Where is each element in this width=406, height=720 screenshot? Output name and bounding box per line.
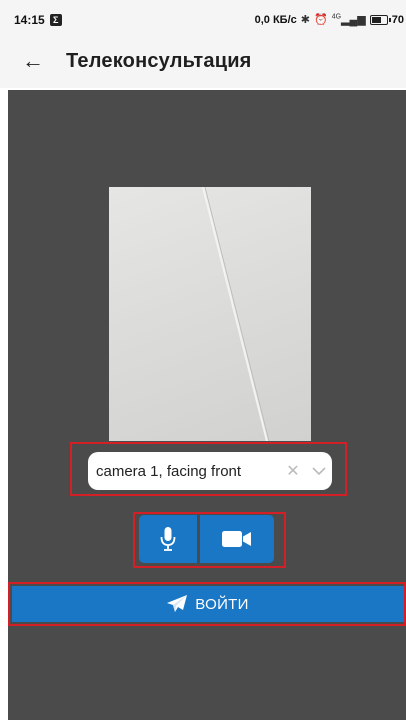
app-bar: ← Телеконсультация: [0, 38, 406, 88]
camera-toggle-button[interactable]: [200, 515, 274, 563]
camera-select-value: camera 1, facing front: [96, 462, 242, 480]
paper-plane-icon: [167, 595, 188, 612]
microphone-icon: [160, 527, 176, 551]
video-consultation-panel: camera 1, facing front ✕ ВОЙТИ: [8, 90, 406, 720]
camera-preview: [109, 187, 311, 441]
network-speed: 0,0 КБ/с: [254, 13, 297, 26]
battery-level: 70: [391, 13, 404, 26]
join-button-label: ВОЙТИ: [195, 595, 249, 613]
camera-preview-image: [201, 187, 270, 441]
status-right: 0,0 КБ/с ✱ ⏰ 4G▂▄▆ 70: [255, 13, 404, 26]
status-bar: 14:15 Σ 0,0 КБ/с ✱ ⏰ 4G▂▄▆ 70: [0, 0, 406, 38]
signal-icon: 4G▂▄▆: [331, 13, 366, 26]
page-title: Телеконсультация: [66, 50, 252, 72]
close-icon[interactable]: ✕: [280, 461, 306, 481]
alarm-icon: ⏰: [313, 14, 328, 26]
arrow-left-icon[interactable]: ←: [22, 48, 44, 74]
bluetooth-icon: ✱: [300, 14, 310, 26]
notification-icon: Σ: [49, 14, 62, 26]
join-button[interactable]: ВОЙТИ: [12, 586, 404, 622]
network-type: 4G: [331, 13, 342, 21]
status-time: 14:15: [14, 13, 45, 27]
camera-select[interactable]: camera 1, facing front ✕: [88, 452, 332, 490]
chevron-down-icon[interactable]: [306, 466, 332, 476]
status-left: 14:15 Σ: [14, 13, 62, 27]
battery-icon: [369, 14, 391, 25]
microphone-toggle-button[interactable]: [139, 515, 197, 563]
video-camera-icon: [222, 531, 251, 547]
